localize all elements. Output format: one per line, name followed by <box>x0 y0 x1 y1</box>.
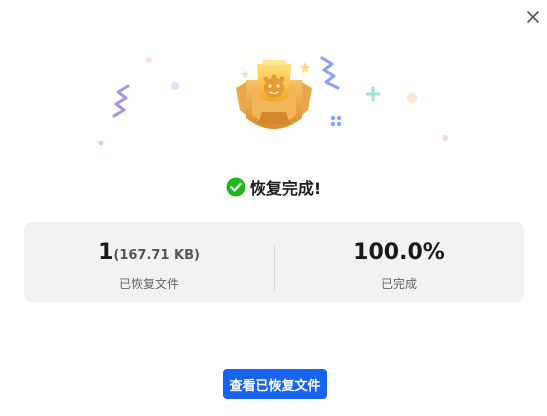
recovered-files-value: 1(167.71 KB) <box>24 240 274 265</box>
celebration-illustration <box>98 44 448 148</box>
recovery-complete-dialog: 恢复完成! 1(167.71 KB) 已恢复文件 100.0% 已完成 查看已恢… <box>0 0 547 416</box>
recovered-size: (167.71 KB) <box>113 248 200 263</box>
recovered-files-label: 已恢复文件 <box>118 277 179 291</box>
trophy-badge-icon <box>222 44 326 148</box>
progress-value: 100.0% <box>353 240 445 265</box>
progress-label: 已完成 <box>380 277 417 291</box>
stats-panel: 1(167.71 KB) 已恢复文件 100.0% 已完成 <box>24 222 524 302</box>
status-text: 恢复完成! <box>249 179 322 198</box>
recovered-count: 1 <box>98 240 114 265</box>
progress-value-row: 100.0% <box>274 240 524 265</box>
progress-stat: 100.0% 已完成 <box>274 222 524 302</box>
view-recovered-files-button[interactable]: 查看已恢复文件 <box>223 369 327 399</box>
status-row: 恢复完成! <box>0 174 547 200</box>
recovered-files-stat: 1(167.71 KB) 已恢复文件 <box>24 222 274 302</box>
check-circle-icon <box>226 177 246 197</box>
